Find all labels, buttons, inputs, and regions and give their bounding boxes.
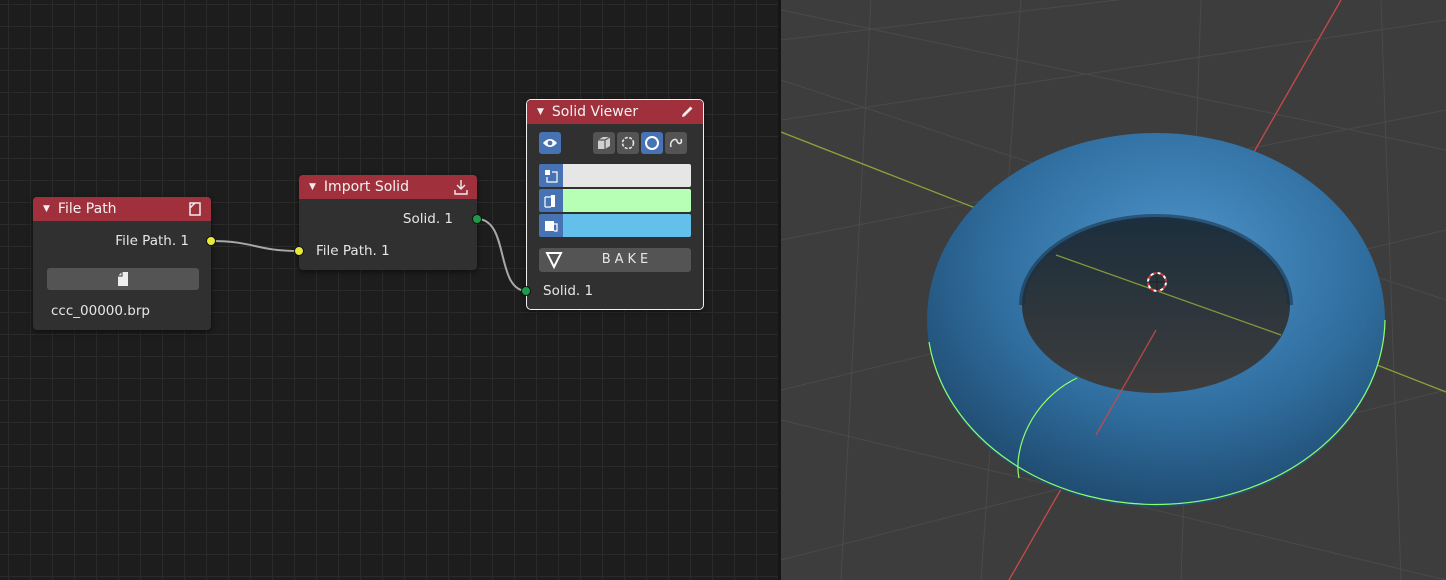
import-solid-node-header[interactable]: ▼ Import Solid [299, 175, 477, 199]
faces-icon[interactable] [539, 214, 563, 237]
bake-button[interactable]: BAKE [539, 248, 691, 272]
display-shaded-toggle[interactable] [641, 132, 663, 154]
file-path-output-label: File Path. 1 [115, 233, 189, 249]
3d-cursor-icon [1147, 272, 1167, 292]
node-editor[interactable]: ▼ File Path File Path. 1 ccc_00000.brp ▼… [0, 0, 778, 580]
bake-label: BAKE [601, 252, 653, 267]
vertices-icon[interactable] [539, 164, 563, 187]
import-solid-output-label: Solid. 1 [402, 211, 453, 227]
viewport-scene [781, 0, 1446, 580]
edge-color-swatch[interactable] [563, 189, 691, 212]
import-solid-node[interactable]: ▼ Import Solid Solid. 1 File Path. 1 [299, 175, 477, 270]
link-import-to-viewer [476, 218, 528, 292]
import-solid-input-label: File Path. 1 [316, 243, 390, 259]
display-solid-toggle[interactable] [593, 132, 615, 154]
sphere-ring-icon [645, 136, 659, 150]
solid-viewer-node[interactable]: ▼ Solid Viewer BAKE Solid. 1 [526, 99, 704, 310]
face-color-swatch[interactable] [563, 214, 691, 237]
collapse-arrow-icon[interactable]: ▼ [537, 107, 544, 117]
import-solid-output-socket[interactable] [472, 214, 482, 224]
file-browse-button[interactable] [47, 268, 199, 290]
file-path-output-socket[interactable] [206, 236, 216, 246]
pencil-icon[interactable] [679, 104, 695, 120]
file-path-node[interactable]: ▼ File Path File Path. 1 ccc_00000.brp [33, 197, 211, 330]
link-filepath-to-import [210, 240, 300, 252]
file-path-node-header[interactable]: ▼ File Path [33, 197, 211, 221]
vertex-color-swatch[interactable] [563, 164, 691, 187]
file-icon [118, 272, 128, 286]
import-icon[interactable] [453, 179, 469, 195]
solid-viewer-node-title: Solid Viewer [551, 104, 639, 120]
vertex-color-row[interactable] [539, 164, 691, 187]
file-name-value: ccc_00000.brp [51, 303, 150, 319]
cube-icon [598, 136, 611, 149]
collapse-arrow-icon[interactable]: ▼ [43, 204, 50, 214]
solid-viewer-node-header[interactable]: ▼ Solid Viewer [527, 100, 703, 124]
eye-icon [543, 139, 557, 147]
curve-icon [669, 138, 683, 148]
display-wire-toggle[interactable] [617, 132, 639, 154]
3d-viewport[interactable] [781, 0, 1446, 580]
edges-icon[interactable] [539, 189, 563, 212]
solid-viewer-input-label: Solid. 1 [543, 283, 594, 299]
visibility-toggle[interactable] [539, 132, 561, 154]
display-curve-toggle[interactable] [665, 132, 687, 154]
file-icon[interactable] [187, 201, 203, 217]
solid-viewer-input-socket[interactable] [521, 286, 531, 296]
collapse-arrow-icon[interactable]: ▼ [309, 182, 316, 192]
torus-mesh [927, 133, 1386, 507]
file-path-node-title: File Path [57, 201, 117, 217]
import-solid-node-title: Import Solid [323, 179, 409, 195]
wire-ring-icon [621, 136, 635, 150]
import-solid-input-socket[interactable] [294, 246, 304, 256]
edge-color-row[interactable] [539, 189, 691, 212]
face-color-row[interactable] [539, 214, 691, 237]
